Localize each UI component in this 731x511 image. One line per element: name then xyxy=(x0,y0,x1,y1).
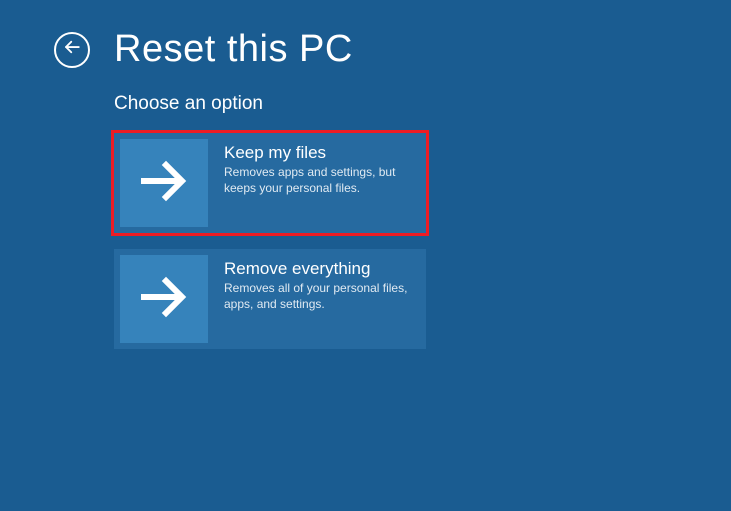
back-arrow-icon xyxy=(63,38,81,61)
page-title: Reset this PC xyxy=(114,28,353,71)
arrow-right-icon xyxy=(140,157,188,210)
option-description: Removes all of your personal files, apps… xyxy=(224,281,414,312)
option-remove-everything[interactable]: Remove everything Removes all of your pe… xyxy=(114,249,426,349)
option-title: Remove everything xyxy=(224,259,414,279)
header: Reset this PC xyxy=(0,0,731,71)
option-title: Keep my files xyxy=(224,143,414,163)
option-description: Removes apps and settings, but keeps you… xyxy=(224,165,414,196)
option-icon-container xyxy=(120,139,208,227)
option-keep-my-files[interactable]: Keep my files Removes apps and settings,… xyxy=(114,133,426,233)
option-icon-container xyxy=(120,255,208,343)
back-button[interactable] xyxy=(54,32,90,68)
option-text-container: Keep my files Removes apps and settings,… xyxy=(214,133,426,233)
arrow-right-icon xyxy=(140,273,188,326)
content-area: Choose an option Keep my files Removes a… xyxy=(0,71,731,349)
subtitle: Choose an option xyxy=(114,93,731,115)
option-text-container: Remove everything Removes all of your pe… xyxy=(214,249,426,349)
